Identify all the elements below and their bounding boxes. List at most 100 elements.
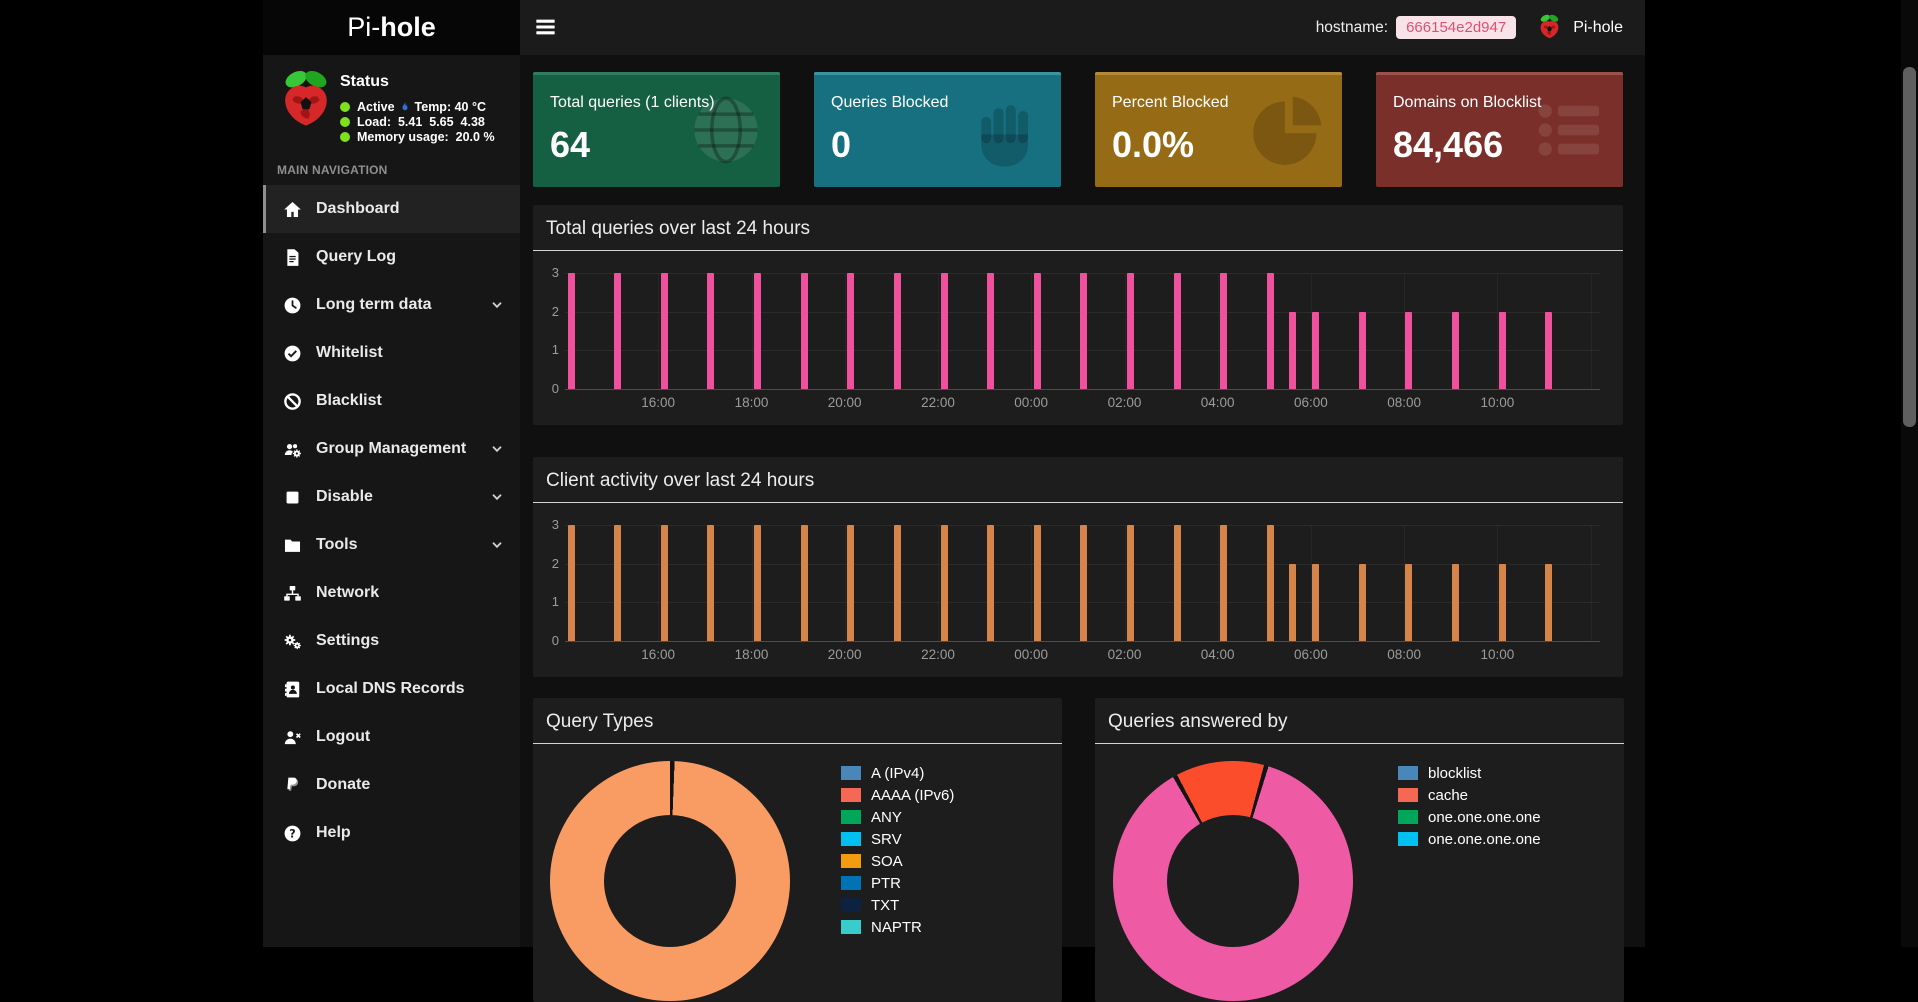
bar[interactable]	[847, 273, 854, 389]
sidebar-item-logout[interactable]: Logout	[263, 713, 520, 761]
bar[interactable]	[1127, 273, 1134, 389]
bar[interactable]	[894, 525, 901, 641]
bar[interactable]	[941, 525, 948, 641]
bar[interactable]	[1312, 564, 1319, 641]
bar[interactable]	[1405, 564, 1412, 641]
legend-item-ptr[interactable]: PTR	[841, 872, 954, 894]
pihole-logo-icon	[1536, 13, 1563, 43]
bar[interactable]	[1499, 312, 1506, 389]
sidebar-item-tools[interactable]: Tools	[263, 521, 520, 569]
bar[interactable]	[1080, 525, 1087, 641]
bar[interactable]	[1359, 564, 1366, 641]
x-gridline	[845, 273, 846, 389]
sidebar-toggle-button[interactable]	[534, 16, 557, 38]
bar[interactable]	[1080, 273, 1087, 389]
x-gridline	[1031, 525, 1032, 641]
legend-item-cache[interactable]: cache	[1398, 784, 1541, 806]
sidebar-item-network[interactable]: Network	[263, 569, 520, 617]
legend-item-soa[interactable]: SOA	[841, 850, 954, 872]
bar[interactable]	[1545, 564, 1552, 641]
legend-item-blocklist[interactable]: blocklist	[1398, 762, 1541, 784]
stat-card-domains-on-blocklist[interactable]: Domains on Blocklist84,466	[1376, 72, 1623, 187]
legend-color-swatch	[841, 876, 861, 890]
bar[interactable]	[1174, 525, 1181, 641]
x-gridline	[938, 525, 939, 641]
bar[interactable]	[707, 273, 714, 389]
total-queries-chart[interactable]: 16:0018:0020:0022:0000:0002:0004:0006:00…	[565, 273, 1600, 389]
stat-card-percent-blocked[interactable]: Percent Blocked0.0%	[1095, 72, 1342, 187]
bar[interactable]	[1452, 312, 1459, 389]
sidebar: Status ActiveTemp: 40 °C Load: 5.41 5.65…	[263, 55, 520, 947]
sidebar-item-query-log[interactable]: Query Log	[263, 233, 520, 281]
bar[interactable]	[941, 273, 948, 389]
queries-answered-donut-chart[interactable]	[1113, 761, 1353, 1001]
scrollbar-thumb[interactable]	[1903, 67, 1916, 427]
stat-card-total-queries-1-clients[interactable]: Total queries (1 clients)64	[533, 72, 780, 187]
bar[interactable]	[1499, 564, 1506, 641]
legend-item-srv[interactable]: SRV	[841, 828, 954, 850]
sidebar-item-help[interactable]: ?Help	[263, 809, 520, 857]
ban-icon	[283, 392, 302, 411]
legend-color-swatch	[841, 898, 861, 912]
bar[interactable]	[1289, 564, 1296, 641]
bar[interactable]	[1267, 273, 1274, 389]
bar[interactable]	[801, 525, 808, 641]
status-line-active: ActiveTemp: 40 °C	[340, 99, 495, 114]
legend-item-aaaa-ipv6[interactable]: AAAA (IPv6)	[841, 784, 954, 806]
bar[interactable]	[1220, 273, 1227, 389]
bar[interactable]	[1267, 525, 1274, 641]
panel-header: Query Types	[533, 698, 1062, 744]
bar[interactable]	[1034, 273, 1041, 389]
bar[interactable]	[847, 525, 854, 641]
sidebar-item-label: Group Management	[316, 440, 490, 458]
bar[interactable]	[1545, 312, 1552, 389]
panel-queries-answered-by: Queries answered by blocklistcacheone.on…	[1095, 698, 1624, 1002]
bar[interactable]	[1174, 273, 1181, 389]
bar[interactable]	[614, 525, 621, 641]
question-circle-icon: ?	[283, 824, 302, 843]
bar[interactable]	[754, 525, 761, 641]
bar[interactable]	[707, 525, 714, 641]
bar[interactable]	[987, 273, 994, 389]
legend-item-txt[interactable]: TXT	[841, 894, 954, 916]
bar[interactable]	[1127, 525, 1134, 641]
legend-item-any[interactable]: ANY	[841, 806, 954, 828]
sidebar-logo[interactable]: Pi-hole	[263, 0, 520, 55]
bar[interactable]	[1220, 525, 1227, 641]
stat-card-queries-blocked[interactable]: Queries Blocked0	[814, 72, 1061, 187]
query-types-donut-chart[interactable]	[550, 761, 790, 1001]
sidebar-item-group-management[interactable]: Group Management	[263, 425, 520, 473]
sidebar-item-donate[interactable]: Donate	[263, 761, 520, 809]
bar[interactable]	[614, 273, 621, 389]
sidebar-item-disable[interactable]: Disable	[263, 473, 520, 521]
legend-color-swatch	[1398, 832, 1418, 846]
sidebar-item-long-term-data[interactable]: Long term data	[263, 281, 520, 329]
x-gridline	[752, 273, 753, 389]
client-activity-chart[interactable]: 16:0018:0020:0022:0000:0002:0004:0006:00…	[565, 525, 1600, 641]
bar[interactable]	[661, 273, 668, 389]
bar[interactable]	[1034, 525, 1041, 641]
bar[interactable]	[1289, 312, 1296, 389]
bar[interactable]	[661, 525, 668, 641]
legend-item-one-one-one-one[interactable]: one.one.one.one	[1398, 806, 1541, 828]
sidebar-item-local-dns-records[interactable]: Local DNS Records	[263, 665, 520, 713]
sidebar-item-dashboard[interactable]: Dashboard	[263, 185, 520, 233]
sidebar-item-settings[interactable]: Settings	[263, 617, 520, 665]
legend-item-one-one-one-one[interactable]: one.one.one.one	[1398, 828, 1541, 850]
bar[interactable]	[801, 273, 808, 389]
bar[interactable]	[894, 273, 901, 389]
bar[interactable]	[1312, 312, 1319, 389]
bar[interactable]	[987, 525, 994, 641]
bar[interactable]	[568, 273, 575, 389]
legend-item-a-ipv4[interactable]: A (IPv4)	[841, 762, 954, 784]
bar[interactable]	[1405, 312, 1412, 389]
legend-item-naptr[interactable]: NAPTR	[841, 916, 954, 938]
bar[interactable]	[1359, 312, 1366, 389]
bar[interactable]	[754, 273, 761, 389]
sidebar-item-blacklist[interactable]: Blacklist	[263, 377, 520, 425]
bar[interactable]	[1452, 564, 1459, 641]
bar[interactable]	[568, 525, 575, 641]
sidebar-item-whitelist[interactable]: Whitelist	[263, 329, 520, 377]
browser-scrollbar	[1901, 0, 1918, 947]
x-axis-label: 16:00	[626, 395, 690, 410]
